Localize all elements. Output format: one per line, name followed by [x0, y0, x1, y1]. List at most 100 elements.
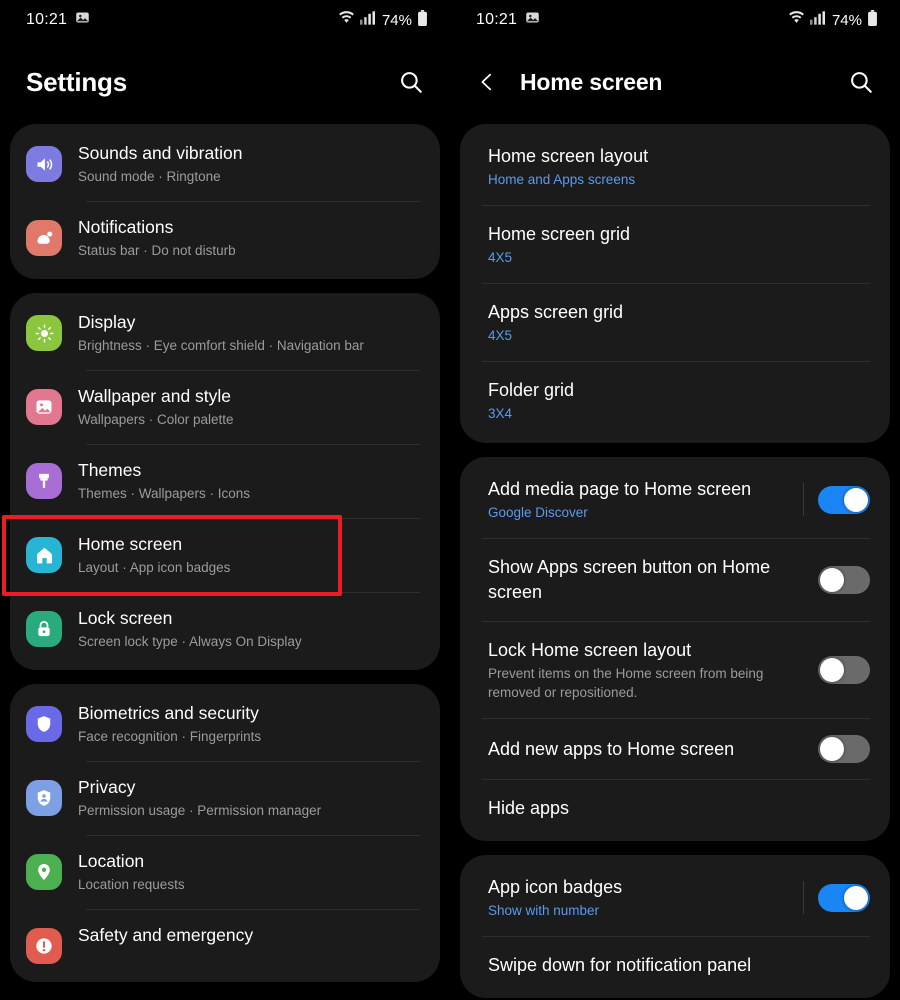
settings-item-title: Home screen — [78, 534, 183, 554]
settings-item-title: Themes — [78, 460, 142, 480]
sidebar-item-privacy[interactable]: Privacy Permission usage · Permission man… — [10, 762, 440, 835]
wallpaper-icon — [26, 389, 62, 425]
setting-row-texts: Swipe down for notification panel — [488, 953, 870, 978]
setting-row-home-screen-grid[interactable]: Home screen grid 4X5 — [460, 206, 890, 283]
settings-item-subtitle: Themes · Wallpapers · Icons — [78, 486, 251, 501]
settings-item-texts: Notifications Status bar · Do not disturb — [78, 216, 422, 261]
home-icon — [26, 537, 62, 573]
sidebar-item-notifications[interactable]: Notifications Status bar · Do not disturb — [10, 202, 440, 275]
settings-item-texts: Privacy Permission usage · Permission man… — [78, 776, 422, 821]
settings-item-title: Sounds and vibration — [78, 143, 243, 163]
setting-row-title: Swipe down for notification panel — [488, 955, 752, 975]
home-screen-settings-list[interactable]: Home screen layout Home and Apps screens H… — [450, 124, 900, 998]
setting-row-value: Home and Apps screens — [488, 172, 636, 187]
setting-row-description: Prevent items on the Home screen from be… — [488, 666, 764, 700]
toggle-add-new-apps-to-home-screen[interactable] — [818, 735, 870, 763]
status-bar-left: 10:21 — [26, 10, 90, 30]
setting-row-home-screen-layout[interactable]: Home screen layout Home and Apps screens — [460, 128, 890, 205]
setting-row-value: 3X4 — [488, 406, 513, 421]
status-bar-left: 10:21 — [476, 10, 540, 30]
setting-row-value: 4X5 — [488, 250, 513, 265]
setting-row-texts: Show Apps screen button on Home screen — [488, 555, 818, 605]
setting-row-title: Add media page to Home screen — [488, 479, 752, 499]
status-bar-clock: 10:21 — [26, 11, 68, 28]
page-title: Home screen — [520, 68, 663, 95]
battery-percent-label: 74% — [831, 11, 862, 29]
home-screen-group-card: Add media page to Home screen Google Disc… — [460, 457, 890, 841]
settings-item-subtitle: Wallpapers · Color palette — [78, 412, 234, 427]
dual-screenshot-container: 10:21 74% Settings Sounds and vibration … — [0, 0, 900, 1000]
settings-app-bar: Settings — [0, 40, 450, 124]
setting-row-texts: Add new apps to Home screen — [488, 737, 818, 762]
settings-item-title: Safety and emergency — [78, 925, 254, 945]
settings-item-texts: Home screen Layout · App icon badges — [78, 533, 422, 578]
status-bar-right: 74% — [338, 9, 428, 31]
toggle-knob — [820, 737, 844, 761]
image-icon — [525, 10, 540, 30]
settings-item-texts: Display Brightness · Eye comfort shield ·… — [78, 311, 422, 356]
settings-list[interactable]: Sounds and vibration Sound mode · Rington… — [0, 124, 450, 982]
sidebar-item-wallpaper-and-style[interactable]: Wallpaper and style Wallpapers · Color pa… — [10, 371, 440, 444]
toggle-knob — [844, 885, 868, 910]
cellular-signal-icon — [809, 10, 825, 30]
toggle-knob — [820, 658, 844, 682]
battery-icon — [417, 9, 428, 31]
settings-item-subtitle: Location requests — [78, 877, 185, 892]
settings-item-title: Wallpaper and style — [78, 386, 232, 406]
toggle-add-media-page-to-home-screen[interactable] — [818, 485, 870, 514]
setting-row-texts: Folder grid 3X4 — [488, 378, 870, 423]
sidebar-item-biometrics-and-security[interactable]: Biometrics and security Face recognition … — [10, 688, 440, 761]
setting-row-title: Apps screen grid — [488, 302, 624, 322]
sidebar-item-sounds-and-vibration[interactable]: Sounds and vibration Sound mode · Rington… — [10, 128, 440, 201]
shield-icon — [26, 706, 62, 742]
setting-row-show-apps-screen-button-on-home-screen[interactable]: Show Apps screen button on Home screen — [460, 539, 890, 621]
setting-row-texts: Add media page to Home screen Google Disc… — [488, 477, 803, 522]
back-chevron-icon[interactable] — [476, 67, 502, 97]
privacy-icon — [26, 780, 62, 816]
vertical-divider — [803, 483, 804, 516]
sidebar-item-lock-screen[interactable]: Lock screen Screen lock type · Always On … — [10, 593, 440, 666]
setting-row-add-new-apps-to-home-screen[interactable]: Add new apps to Home screen — [460, 719, 890, 779]
toggle-show-apps-screen-button-on-home-screen[interactable] — [818, 566, 870, 594]
wifi-icon — [338, 10, 355, 30]
search-icon[interactable] — [844, 65, 878, 99]
setting-row-title: Folder grid — [488, 380, 575, 400]
setting-row-app-icon-badges[interactable]: App icon badges Show with number — [460, 859, 890, 936]
image-icon — [75, 10, 90, 30]
setting-row-texts: App icon badges Show with number — [488, 875, 803, 920]
settings-item-title: Privacy — [78, 777, 136, 797]
search-icon[interactable] — [394, 65, 428, 99]
setting-row-add-media-page-to-home-screen[interactable]: Add media page to Home screen Google Disc… — [460, 461, 890, 538]
setting-row-folder-grid[interactable]: Folder grid 3X4 — [460, 362, 890, 439]
sidebar-item-home-screen[interactable]: Home screen Layout · App icon badges — [10, 519, 440, 592]
home-screen-settings-screen: 10:21 74% Home screen Home screen layout… — [450, 0, 900, 1000]
wifi-icon — [788, 10, 805, 30]
sidebar-item-location[interactable]: Location Location requests — [10, 836, 440, 909]
settings-item-title: Notifications — [78, 217, 174, 237]
toggle-lock-home-screen-layout[interactable] — [818, 656, 870, 684]
settings-screen: 10:21 74% Settings Sounds and vibration … — [0, 0, 450, 1000]
settings-item-subtitle: Status bar · Do not disturb — [78, 243, 236, 258]
battery-icon — [867, 9, 878, 31]
setting-row-texts: Apps screen grid 4X5 — [488, 300, 870, 345]
settings-group-card: Sounds and vibration Sound mode · Rington… — [10, 124, 440, 279]
sound-icon — [26, 146, 62, 182]
sidebar-item-safety-and-emergency[interactable]: Safety and emergency — [10, 910, 440, 978]
settings-group-card: Biometrics and security Face recognition … — [10, 684, 440, 982]
setting-row-title: App icon badges — [488, 877, 623, 897]
page-title: Settings — [26, 66, 127, 97]
setting-row-apps-screen-grid[interactable]: Apps screen grid 4X5 — [460, 284, 890, 361]
sidebar-item-display[interactable]: Display Brightness · Eye comfort shield ·… — [10, 297, 440, 370]
toggle-app-icon-badges[interactable] — [818, 883, 870, 912]
home-screen-app-bar: Home screen — [450, 40, 900, 124]
battery-percent-label: 74% — [381, 11, 412, 29]
settings-group-card: Display Brightness · Eye comfort shield ·… — [10, 293, 440, 670]
setting-row-lock-home-screen-layout[interactable]: Lock Home screen layout Prevent items on … — [460, 622, 890, 718]
setting-row-title: Add new apps to Home screen — [488, 738, 735, 759]
settings-item-texts: Biometrics and security Face recognition … — [78, 702, 422, 747]
themes-icon — [26, 463, 62, 499]
cellular-signal-icon — [359, 10, 375, 30]
setting-row-swipe-down-for-notification-panel[interactable]: Swipe down for notification panel — [460, 937, 890, 994]
setting-row-hide-apps[interactable]: Hide apps — [460, 780, 890, 837]
sidebar-item-themes[interactable]: Themes Themes · Wallpapers · Icons — [10, 445, 440, 518]
